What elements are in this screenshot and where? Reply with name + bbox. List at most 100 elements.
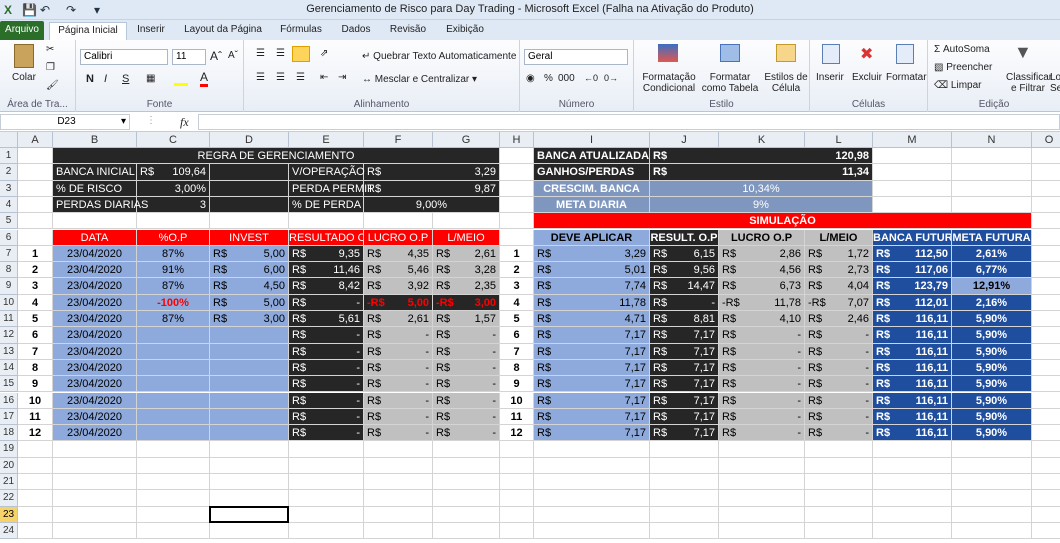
grid-cell[interactable] [500, 148, 534, 165]
grid-cell[interactable] [719, 457, 805, 474]
left-invest[interactable] [210, 327, 289, 344]
right-row-number[interactable]: 6 [500, 327, 534, 344]
grid-cell[interactable] [18, 229, 53, 246]
align-top-icon[interactable]: ☰ [256, 48, 265, 59]
grid-cell[interactable] [137, 441, 210, 458]
grid-cell[interactable] [18, 164, 53, 181]
blank-dark[interactable] [210, 164, 289, 181]
column-header[interactable]: C [137, 132, 210, 148]
right-lucro[interactable]: R$ - [719, 327, 805, 344]
align-bottom-icon[interactable] [292, 46, 310, 62]
tab-pagina-inicial[interactable]: Página Inicial [49, 22, 127, 40]
grid-cell[interactable] [18, 474, 53, 491]
grid-cell[interactable] [433, 490, 500, 507]
select-all-corner[interactable] [0, 132, 18, 148]
paste-icon[interactable] [14, 44, 34, 68]
right-result[interactable]: R$ 14,47 [650, 278, 719, 295]
right-row-number[interactable]: 1 [500, 245, 534, 263]
grid-cell[interactable] [534, 441, 650, 458]
left-result[interactable]: R$ - [289, 408, 364, 426]
right-result[interactable]: R$ - [650, 294, 719, 311]
grid-cell[interactable] [433, 441, 500, 458]
right-deve-aplicar[interactable]: R$ 7,17 [534, 359, 650, 377]
left-invest[interactable]: R$ 6,00 [210, 262, 289, 279]
grid-cell[interactable] [433, 213, 500, 230]
shrink-font-icon[interactable]: Aˇ [228, 50, 238, 61]
right-banca-futura[interactable]: R$ 116,11 [873, 311, 952, 328]
column-header[interactable]: L [805, 132, 873, 148]
left-lucro[interactable]: R$ - [364, 327, 433, 344]
row-header[interactable]: 13 [0, 343, 18, 360]
left-invest[interactable] [210, 425, 289, 442]
grid-cell[interactable] [18, 148, 53, 165]
name-box[interactable]: D23 ▾ [0, 114, 130, 130]
left-result[interactable]: R$ - [289, 392, 364, 409]
conditional-format-button[interactable]: Formatação Condicional [638, 72, 700, 94]
grid-cell[interactable] [289, 474, 364, 491]
left-op-pct[interactable]: 87% [137, 245, 210, 263]
left-meio[interactable]: R$ 1,57 [433, 311, 500, 328]
right-lucro[interactable]: R$ - [719, 359, 805, 377]
increase-indent-icon[interactable]: ⇥ [338, 72, 346, 83]
align-center-icon[interactable]: ☰ [276, 72, 285, 83]
tab-layout[interactable]: Layout da Página [180, 22, 266, 40]
grid-cell[interactable] [500, 213, 534, 230]
left-op-pct[interactable]: -100% [137, 294, 210, 311]
cell-styles-button[interactable]: Estilos de Célula [762, 72, 810, 94]
grid-cell[interactable] [650, 522, 719, 540]
crescim-value[interactable]: 10,34% [650, 180, 873, 197]
column-header[interactable]: J [650, 132, 719, 148]
row-header[interactable]: 7 [0, 245, 18, 263]
grid-cell[interactable] [433, 457, 500, 474]
pct-perda-label[interactable]: % DE PERDA [289, 196, 364, 214]
sort-filter-icon[interactable]: ▼ [1014, 42, 1032, 63]
row-header[interactable]: 14 [0, 359, 18, 377]
left-invest[interactable]: R$ 5,00 [210, 245, 289, 263]
right-meta-futura[interactable]: 5,90% [952, 376, 1032, 393]
grid-cell[interactable] [873, 506, 952, 523]
grid-cell[interactable] [1032, 425, 1060, 442]
perda-permit-label[interactable]: PERDA PERMIT [289, 180, 374, 197]
meta-value[interactable]: 9% [650, 196, 873, 214]
right-result[interactable]: R$ 7,17 [650, 408, 719, 426]
left-meio[interactable]: R$ - [433, 425, 500, 442]
comma-style-icon[interactable]: 000 [558, 73, 575, 84]
left-result[interactable]: R$ - [289, 294, 364, 311]
right-meta-futura[interactable]: 2,61% [952, 245, 1032, 263]
banca-atual-value[interactable]: R$ 120,98 [650, 148, 873, 165]
grid-cell[interactable] [500, 196, 534, 214]
grid-cell[interactable] [18, 506, 53, 523]
grid-cell[interactable] [952, 457, 1032, 474]
grid-cell[interactable] [805, 506, 873, 523]
right-row-number[interactable]: 7 [500, 343, 534, 360]
formula-input[interactable] [198, 114, 1060, 130]
decrease-decimal-icon[interactable]: 0→ [604, 73, 618, 83]
row-header[interactable]: 15 [0, 376, 18, 393]
grid-cell[interactable] [433, 474, 500, 491]
column-header[interactable]: D [210, 132, 289, 148]
right-row-number[interactable]: 10 [500, 392, 534, 409]
simulacao-banner[interactable]: SIMULAÇÃO [534, 213, 1032, 230]
left-row-number[interactable]: 2 [18, 262, 53, 279]
left-date[interactable]: 23/04/2020 [53, 278, 137, 295]
blank-dark[interactable] [210, 180, 289, 197]
grid-cell[interactable] [137, 457, 210, 474]
meta-label[interactable]: META DIARIA [534, 196, 650, 214]
right-meio[interactable]: R$ - [805, 408, 873, 426]
grid-cell[interactable] [805, 441, 873, 458]
grid-cell[interactable] [1032, 344, 1060, 360]
left-table-header[interactable]: %O.P [137, 229, 210, 246]
left-date[interactable]: 23/04/2020 [53, 294, 137, 311]
grid-cell[interactable] [1032, 230, 1060, 246]
grid-cell[interactable] [1032, 181, 1060, 197]
right-row-number[interactable]: 11 [500, 408, 534, 426]
right-banca-futura[interactable]: R$ 116,11 [873, 343, 952, 360]
underline-button[interactable]: S [122, 73, 129, 85]
grid-cell[interactable] [500, 522, 534, 540]
row-header[interactable]: 6 [0, 229, 18, 246]
grid-cell[interactable] [210, 522, 289, 540]
row-header[interactable]: 9 [0, 278, 18, 295]
grid-cell[interactable] [210, 457, 289, 474]
right-row-number[interactable]: 2 [500, 262, 534, 279]
left-table-header[interactable]: LUCRO O.P [364, 229, 433, 246]
